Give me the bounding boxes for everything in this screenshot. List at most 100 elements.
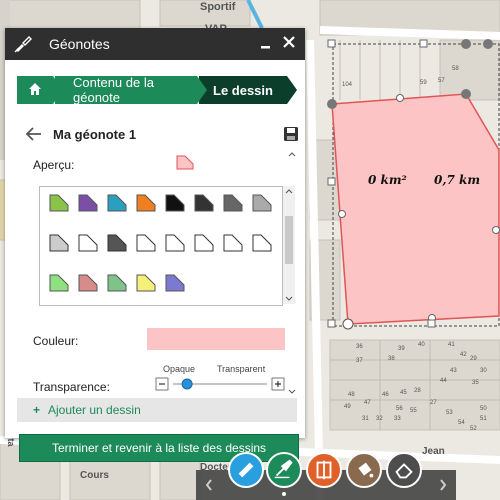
parcel-number: 30 (480, 368, 487, 374)
resize-handle[interactable] (327, 319, 336, 328)
bucket-icon (358, 462, 374, 478)
parcel-number: 59 (420, 80, 427, 86)
ruler-icon (238, 462, 254, 478)
opaque-label: Opaque (163, 364, 196, 374)
palette-swatch[interactable] (222, 193, 244, 215)
geonotes-panel: Géonotes Contenu de la géonote Le dessin… (5, 28, 305, 462)
palette-swatch[interactable] (106, 193, 128, 215)
palette-swatch[interactable] (135, 233, 157, 255)
measure-perimeter: 0,7 km (434, 173, 480, 187)
brush-icon (11, 32, 35, 56)
preview-swatch (175, 154, 195, 170)
close-icon[interactable] (279, 32, 299, 52)
palette-swatch[interactable] (251, 233, 273, 255)
palette-swatch[interactable] (164, 193, 186, 215)
couleur-label: Couleur: (33, 334, 79, 348)
palette-swatch[interactable] (106, 233, 128, 255)
parcel-number: 56 (396, 406, 403, 412)
add-drawing-button[interactable]: + Ajouter un dessin (17, 398, 297, 422)
parcel-number: 32 (376, 416, 383, 422)
drawing-options[interactable]: Aperçu: Couleur: Opaque Transparent Tran… (17, 148, 303, 398)
split-tool-button[interactable] (306, 452, 342, 488)
palette-swatch[interactable] (164, 233, 186, 255)
resize-handle[interactable] (327, 177, 336, 186)
drawn-polygon[interactable] (331, 93, 500, 325)
parcel-number: 33 (394, 416, 401, 422)
palette-swatch[interactable] (222, 233, 244, 255)
vertex-handle[interactable] (327, 99, 337, 109)
bucket-tool-button[interactable] (346, 452, 382, 488)
parcel-number: 35 (472, 380, 479, 386)
home-icon (28, 82, 42, 99)
parcel-number: 45 (400, 390, 407, 396)
parcel-number: 54 (458, 420, 465, 426)
palette-swatch[interactable] (48, 193, 70, 215)
vertex-handle[interactable] (461, 89, 471, 99)
minimize-icon[interactable] (259, 36, 273, 50)
parcel-number: 104 (342, 82, 353, 88)
vertex-handle[interactable] (342, 318, 354, 330)
parcel-number: 36 (356, 344, 363, 350)
resize-handle[interactable] (427, 319, 436, 328)
palette-swatch[interactable] (135, 273, 157, 295)
palette-swatch[interactable] (48, 233, 70, 255)
apercu-label: Aperçu: (33, 158, 75, 172)
vertex-handle[interactable] (483, 39, 493, 49)
midpoint-handle[interactable] (338, 210, 346, 218)
breadcrumb-drawing-label: Le dessin (213, 82, 273, 98)
parcel-number: 47 (364, 400, 371, 406)
breadcrumb-home[interactable] (17, 76, 63, 104)
parcel-number: 29 (470, 356, 477, 362)
slider-knob[interactable] (181, 378, 193, 390)
eraser-tool-button[interactable] (386, 452, 422, 488)
map-label-sportif: Sportif (200, 1, 236, 13)
midpoint-handle[interactable] (396, 94, 404, 102)
resize-handle[interactable] (419, 39, 428, 48)
parcel-number: 58 (452, 66, 459, 72)
transparence-label: Transparence: (33, 380, 110, 394)
parcel-number: 31 (362, 416, 369, 422)
draw-icon (274, 459, 293, 479)
parcel-number: 28 (414, 388, 421, 394)
palette-swatch[interactable] (106, 273, 128, 295)
parcel-number: 42 (460, 352, 467, 358)
draw-tool-button[interactable] (266, 452, 302, 488)
panel-scrollbar[interactable] (286, 148, 298, 398)
parcel-number: 43 (450, 368, 457, 374)
chevron-right-icon[interactable] (438, 478, 448, 497)
parcel-number: 51 (480, 416, 487, 422)
parcel-number: 49 (344, 404, 351, 410)
parcel-number: 39 (398, 346, 405, 352)
palette-swatch[interactable] (193, 193, 215, 215)
breadcrumb: Contenu de la géonote Le dessin (17, 75, 297, 105)
active-indicator (282, 492, 286, 496)
panel-titlebar: Géonotes (5, 28, 305, 60)
save-icon[interactable] (283, 126, 299, 142)
palette-swatch[interactable] (193, 233, 215, 255)
palette-swatch[interactable] (77, 233, 99, 255)
palette-swatch[interactable] (164, 273, 186, 295)
palette-swatch[interactable] (135, 193, 157, 215)
chevron-left-icon[interactable] (204, 478, 214, 497)
midpoint-handle[interactable] (492, 226, 500, 234)
parcel-number: 41 (448, 342, 455, 348)
parcel-number: 27 (430, 400, 437, 406)
breadcrumb-drawing[interactable]: Le dessin (199, 76, 297, 104)
add-drawing-label: Ajouter un dessin (48, 403, 141, 417)
resize-handle[interactable] (327, 39, 336, 48)
palette-swatch[interactable] (77, 193, 99, 215)
plus-icon: + (33, 403, 41, 417)
map-label-jean: Jean (422, 446, 445, 457)
transparency-slider[interactable] (155, 376, 285, 392)
palette-swatch[interactable] (251, 193, 273, 215)
vertex-handle[interactable] (461, 39, 471, 49)
parcel-number: 52 (470, 426, 477, 432)
palette-swatch[interactable] (48, 273, 70, 295)
color-picker[interactable] (147, 328, 285, 350)
back-arrow-icon[interactable] (25, 125, 43, 143)
palette-swatch[interactable] (77, 273, 99, 295)
breadcrumb-content[interactable]: Contenu de la géonote (55, 75, 207, 105)
breadcrumb-content-label: Contenu de la géonote (73, 75, 154, 105)
ruler-tool-button[interactable] (228, 452, 264, 488)
style-palette (39, 186, 283, 306)
